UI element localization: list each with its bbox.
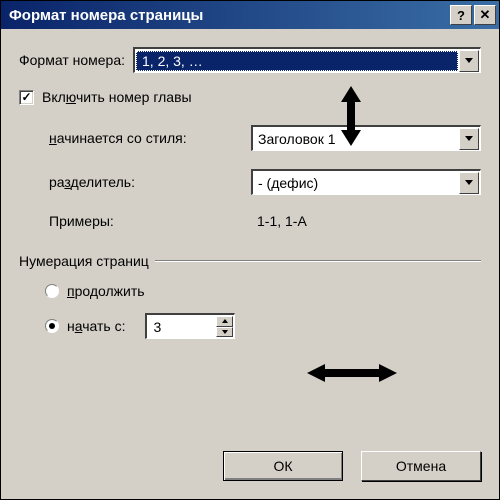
separator-dropdown-button[interactable] bbox=[459, 172, 479, 194]
numbering-group: Нумерация страниц bbox=[19, 253, 481, 269]
dialog-window: Формат номера страницы ? ✕ Формат номера… bbox=[0, 0, 500, 500]
close-icon: ✕ bbox=[480, 7, 491, 23]
help-button[interactable]: ? bbox=[450, 5, 472, 25]
start-from-spinner[interactable]: 3 bbox=[145, 313, 235, 339]
radio-dot-icon bbox=[49, 323, 55, 329]
format-label: Формат номера: bbox=[19, 52, 125, 68]
cancel-button[interactable]: Отмена bbox=[361, 451, 481, 481]
number-format-value: 1, 2, 3, … bbox=[136, 51, 458, 71]
horizontal-arrow-annotation bbox=[307, 361, 397, 388]
continue-label: продолжить bbox=[67, 283, 145, 299]
numbering-group-label: Нумерация страниц bbox=[19, 253, 149, 269]
include-chapter-checkbox[interactable]: ✓ bbox=[19, 90, 34, 105]
continue-radio[interactable] bbox=[45, 284, 59, 298]
starts-with-style-dropdown-button[interactable] bbox=[459, 128, 479, 150]
chevron-down-icon bbox=[465, 136, 473, 141]
chevron-down-icon bbox=[465, 180, 473, 185]
examples-value: 1-1, 1-A bbox=[257, 213, 307, 229]
title-text: Формат номера страницы bbox=[9, 7, 450, 24]
chevron-up-icon bbox=[222, 319, 228, 323]
separator-label: разделитель: bbox=[49, 174, 243, 190]
number-format-dropdown-button[interactable] bbox=[459, 50, 479, 72]
ok-button[interactable]: ОК bbox=[223, 451, 343, 481]
starts-with-style-label: начинается со стиля: bbox=[49, 130, 243, 146]
chevron-down-icon bbox=[465, 58, 473, 63]
number-format-dropdown[interactable]: 1, 2, 3, … bbox=[133, 47, 481, 73]
examples-label: Примеры: bbox=[49, 213, 249, 229]
close-button[interactable]: ✕ bbox=[474, 5, 496, 25]
include-chapter-label: Включить номер главы bbox=[42, 89, 192, 105]
separator-dropdown[interactable]: - (дефис) bbox=[251, 169, 481, 195]
spinner-up-button[interactable] bbox=[216, 316, 233, 327]
start-from-label: начать с: bbox=[67, 318, 125, 334]
vertical-arrow-annotation bbox=[333, 86, 369, 146]
chevron-down-icon bbox=[222, 330, 228, 334]
title-bar: Формат номера страницы ? ✕ bbox=[1, 1, 499, 29]
spinner-down-button[interactable] bbox=[216, 327, 233, 338]
separator-value: - (дефис) bbox=[253, 171, 459, 194]
group-divider bbox=[155, 260, 481, 262]
start-from-radio[interactable] bbox=[45, 319, 59, 333]
help-icon: ? bbox=[457, 8, 465, 23]
start-from-value[interactable]: 3 bbox=[147, 315, 216, 338]
